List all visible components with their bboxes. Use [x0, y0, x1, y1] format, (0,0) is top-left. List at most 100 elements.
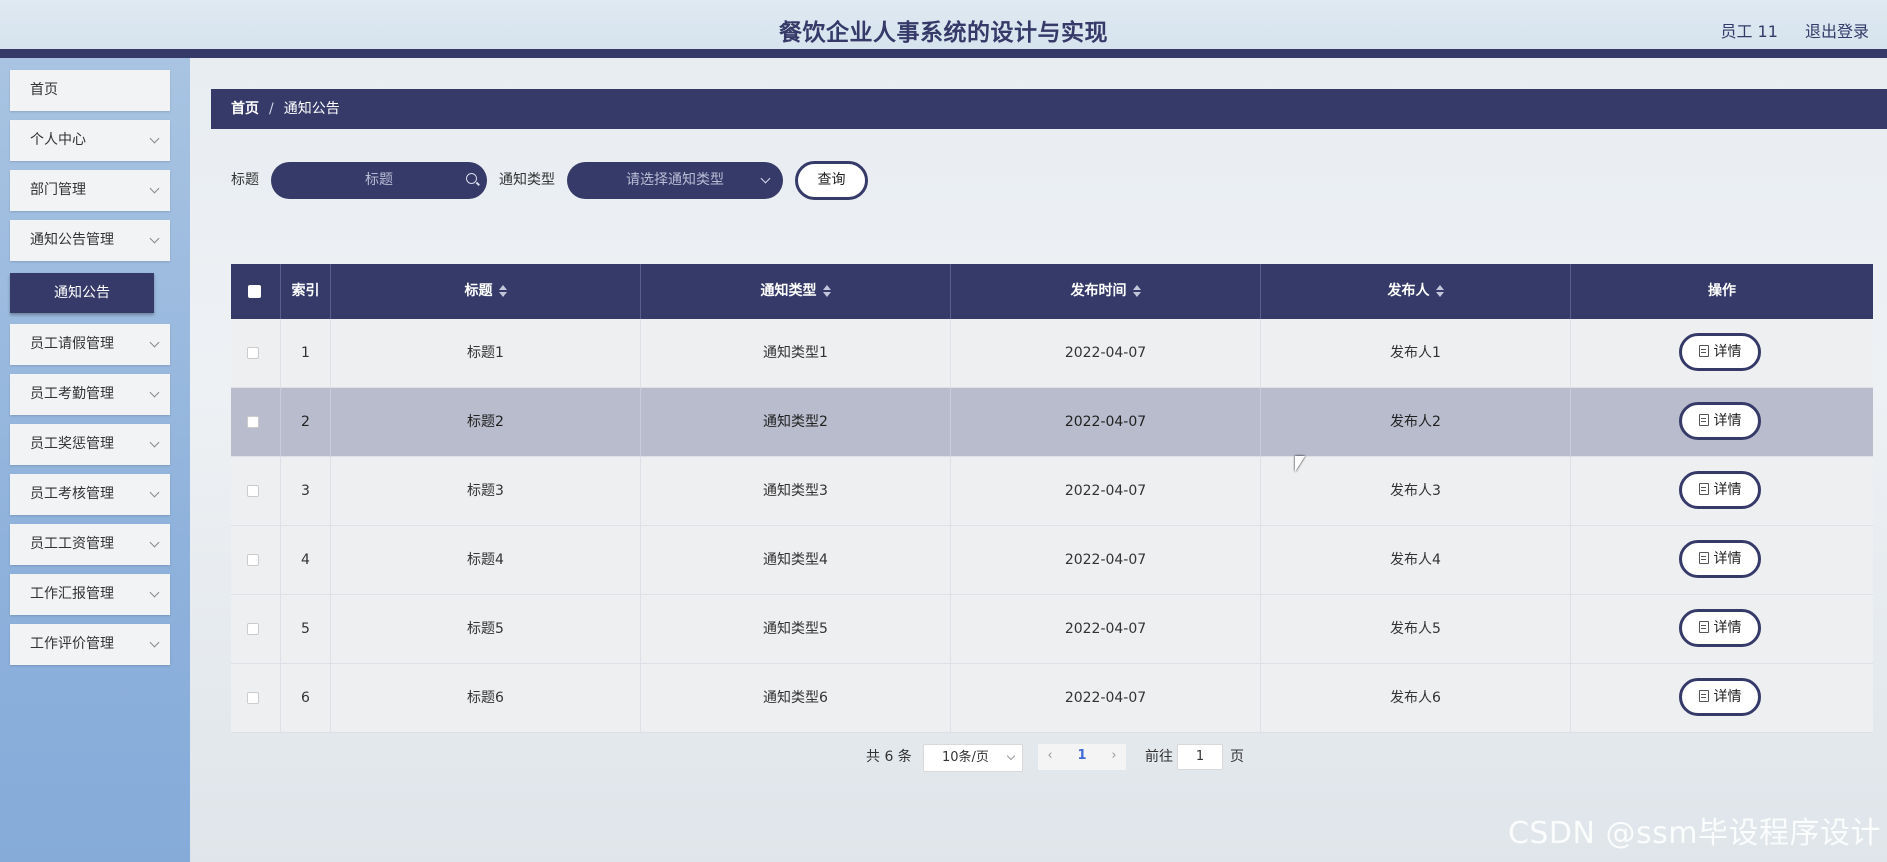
- page-size-select[interactable]: 10条/页: [923, 744, 1023, 772]
- sort-icon[interactable]: [1435, 284, 1444, 298]
- cell-time: 2022-04-07: [951, 457, 1261, 525]
- breadcrumb-home[interactable]: 首页: [231, 101, 259, 117]
- goto-page-input[interactable]: 1: [1177, 744, 1223, 770]
- table-row: 4 标题4 通知类型4 2022-04-07 发布人4 详情: [231, 526, 1873, 595]
- sort-icon[interactable]: [822, 284, 831, 298]
- detail-button[interactable]: 详情: [1679, 471, 1761, 509]
- detail-button[interactable]: 详情: [1679, 678, 1761, 716]
- pagination-total: 共 6 条: [866, 749, 912, 765]
- chevron-down-icon: [149, 233, 160, 244]
- app-title: 餐饮企业人事系统的设计与实现: [779, 20, 1108, 46]
- cell-action: 详情: [1571, 664, 1873, 732]
- sidebar-item-salary[interactable]: 员工工资管理: [10, 524, 170, 565]
- sidebar-item-label: 工作评价管理: [30, 636, 114, 652]
- cell-type: 通知类型6: [641, 664, 951, 732]
- sidebar-item-label: 个人中心: [30, 132, 86, 148]
- column-header-index: 索引: [281, 264, 331, 319]
- document-icon: [1698, 414, 1709, 426]
- row-checkbox[interactable]: [247, 416, 259, 428]
- detail-button[interactable]: 详情: [1679, 402, 1761, 440]
- table-row: 5 标题5 通知类型5 2022-04-07 发布人5 详情: [231, 595, 1873, 664]
- cell-type: 通知类型4: [641, 526, 951, 594]
- cell-index: 3: [281, 457, 331, 525]
- chevron-down-icon: [149, 387, 160, 398]
- detail-label: 详情: [1713, 482, 1742, 498]
- row-checkbox[interactable]: [247, 485, 259, 497]
- cell-action: 详情: [1571, 526, 1873, 594]
- detail-label: 详情: [1713, 689, 1742, 705]
- document-icon: [1698, 552, 1709, 564]
- cell-action: 详情: [1571, 388, 1873, 456]
- cell-title: 标题4: [331, 526, 641, 594]
- chevron-down-icon: [149, 587, 160, 598]
- column-header-time[interactable]: 发布时间: [951, 264, 1261, 319]
- sidebar-item-label: 员工考核管理: [30, 486, 114, 502]
- detail-button[interactable]: 详情: [1679, 609, 1761, 647]
- document-icon: [1698, 690, 1709, 702]
- page-number-current[interactable]: 1: [1062, 744, 1102, 770]
- column-header-type[interactable]: 通知类型: [641, 264, 951, 319]
- sidebar-item-label: 部门管理: [30, 182, 86, 198]
- cell-publisher: 发布人6: [1261, 664, 1571, 732]
- cell-title: 标题3: [331, 457, 641, 525]
- current-user: 员工 11: [1720, 22, 1778, 41]
- column-header-title[interactable]: 标题: [331, 264, 641, 319]
- row-checkbox[interactable]: [247, 623, 259, 635]
- sidebar-item-assessment[interactable]: 员工考核管理: [10, 474, 170, 515]
- cell-index: 2: [281, 388, 331, 456]
- prev-page-button[interactable]: ‹: [1038, 744, 1062, 770]
- sidebar-item-work-evaluation[interactable]: 工作评价管理: [10, 624, 170, 665]
- main-content: 首页 / 通知公告 标题 标题 通知类型 请选择通知类型 查询 索引 标题 通知类型…: [190, 58, 1887, 862]
- sidebar-item-work-report[interactable]: 工作汇报管理: [10, 574, 170, 615]
- next-page-button[interactable]: ›: [1102, 744, 1126, 770]
- row-checkbox[interactable]: [247, 554, 259, 566]
- cell-index: 5: [281, 595, 331, 663]
- table-row: 2 标题2 通知类型2 2022-04-07 发布人2 详情: [231, 388, 1873, 457]
- sidebar-item-notice-management[interactable]: 通知公告管理: [10, 220, 170, 261]
- cell-type: 通知类型5: [641, 595, 951, 663]
- top-header: 餐饮企业人事系统的设计与实现 员工 11 退出登录: [0, 0, 1887, 58]
- table-row: 6 标题6 通知类型6 2022-04-07 发布人6 详情: [231, 664, 1873, 733]
- sidebar-item-personal-center[interactable]: 个人中心: [10, 120, 170, 161]
- header-select-all: [231, 264, 281, 319]
- detail-button[interactable]: 详情: [1679, 540, 1761, 578]
- cell-publisher: 发布人5: [1261, 595, 1571, 663]
- row-select: [231, 664, 281, 732]
- sort-icon[interactable]: [498, 284, 507, 298]
- cell-index: 1: [281, 319, 331, 387]
- chevron-down-icon: [149, 537, 160, 548]
- chevron-down-icon: [149, 437, 160, 448]
- sidebar-subitem-notice[interactable]: 通知公告: [10, 273, 154, 313]
- chevron-down-icon: [149, 183, 160, 194]
- column-type-label: 通知类型: [760, 283, 817, 299]
- sidebar-item-leave[interactable]: 员工请假管理: [10, 324, 170, 365]
- sidebar-item-rewards[interactable]: 员工奖惩管理: [10, 424, 170, 465]
- table-row: 1 标题1 通知类型1 2022-04-07 发布人1 详情: [231, 319, 1873, 388]
- cell-publisher: 发布人2: [1261, 388, 1571, 456]
- sort-icon[interactable]: [1132, 284, 1141, 298]
- chevron-down-icon: [760, 173, 771, 184]
- column-header-publisher[interactable]: 发布人: [1261, 264, 1571, 319]
- title-placeholder: 标题: [365, 172, 393, 188]
- sidebar-item-label: 工作汇报管理: [30, 586, 114, 602]
- sidebar-item-label: 员工请假管理: [30, 336, 114, 352]
- sidebar-item-home[interactable]: 首页: [10, 70, 170, 111]
- row-checkbox[interactable]: [247, 692, 259, 704]
- logout-link[interactable]: 退出登录: [1805, 22, 1869, 41]
- sidebar-item-department[interactable]: 部门管理: [10, 170, 170, 211]
- cell-time: 2022-04-07: [951, 526, 1261, 594]
- title-search-input[interactable]: 标题: [271, 162, 487, 199]
- notice-type-placeholder: 请选择通知类型: [626, 172, 724, 188]
- user-area: 员工 11 退出登录: [1698, 18, 1869, 42]
- detail-button[interactable]: 详情: [1679, 333, 1761, 371]
- sidebar-item-label: 员工考勤管理: [30, 386, 114, 402]
- column-header-action: 操作: [1708, 283, 1736, 299]
- select-all-checkbox[interactable]: [248, 285, 261, 298]
- row-checkbox[interactable]: [247, 347, 259, 359]
- sidebar-item-attendance[interactable]: 员工考勤管理: [10, 374, 170, 415]
- query-button[interactable]: 查询: [795, 161, 868, 200]
- search-icon: [466, 173, 477, 184]
- notice-type-select[interactable]: 请选择通知类型: [567, 162, 783, 199]
- mouse-cursor-icon: [1295, 456, 1305, 472]
- row-select: [231, 457, 281, 525]
